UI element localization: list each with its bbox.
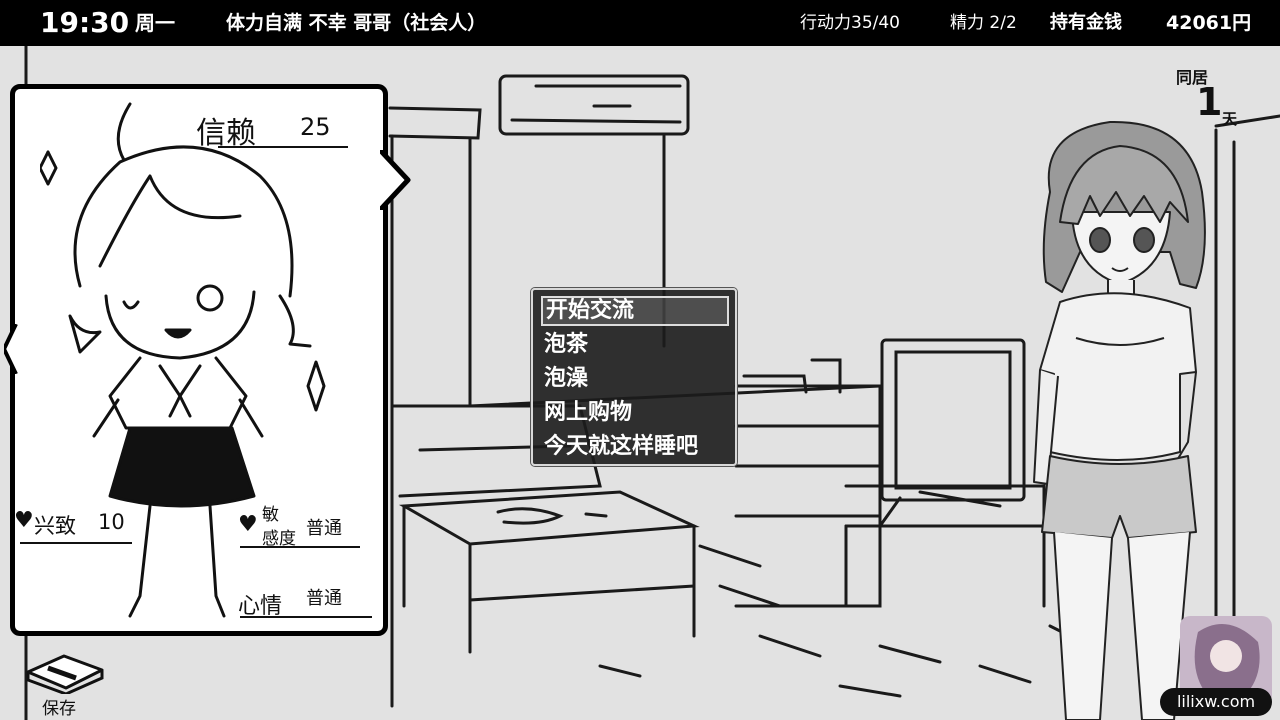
clock-time: 19:30 xyxy=(40,6,130,39)
sensitivity-value: 普通 xyxy=(306,518,342,539)
interest-underline xyxy=(20,542,132,544)
cohabitation-days: 1 xyxy=(1196,80,1223,124)
trust-value: 25 xyxy=(300,113,331,141)
watermark-text: lilixw.com xyxy=(1160,688,1272,716)
weekday: 周一 xyxy=(135,11,175,35)
heart-icon: ♥ xyxy=(14,508,34,533)
money-value: 42061円 xyxy=(1166,12,1252,34)
heart-icon: ♥ xyxy=(238,512,258,537)
card-left-notch xyxy=(4,324,18,374)
menu-item-bath[interactable]: 泡澡 xyxy=(541,364,729,394)
card-speech-tail xyxy=(380,150,411,210)
money-label: 持有金钱 xyxy=(1050,12,1122,33)
menu-item-online-shopping[interactable]: 网上购物 xyxy=(541,398,729,428)
energy: 精力 2/2 xyxy=(950,13,1017,33)
condition-text: 体力自满 不幸 哥哥（社会人） xyxy=(226,12,487,34)
sensitivity-label-1: 敏 xyxy=(262,505,279,525)
menu-item-sleep[interactable]: 今天就这样睡吧 xyxy=(541,432,729,462)
mood-underline xyxy=(240,616,372,618)
interest-label: 兴致 xyxy=(34,514,76,538)
menu-item-start-chat[interactable]: 开始交流 xyxy=(541,296,729,326)
cohabitation-unit: 天 xyxy=(1222,110,1238,128)
action-points: 行动力35/40 xyxy=(800,13,900,33)
save-label: 保存 xyxy=(42,699,76,719)
status-bar: 19:30 周一 体力自满 不幸 哥哥（社会人） 行动力35/40 精力 2/2… xyxy=(0,0,1280,46)
save-button[interactable]: 保存 xyxy=(20,650,108,719)
sensitivity-underline xyxy=(240,546,360,548)
notebook-icon xyxy=(26,654,104,694)
interest-value: 10 xyxy=(98,510,125,534)
mood-value: 普通 xyxy=(306,588,342,609)
menu-item-make-tea[interactable]: 泡茶 xyxy=(541,330,729,360)
trust-underline xyxy=(218,146,348,148)
command-menu: 开始交流 泡茶 泡澡 网上购物 今天就这样睡吧 xyxy=(531,288,737,466)
